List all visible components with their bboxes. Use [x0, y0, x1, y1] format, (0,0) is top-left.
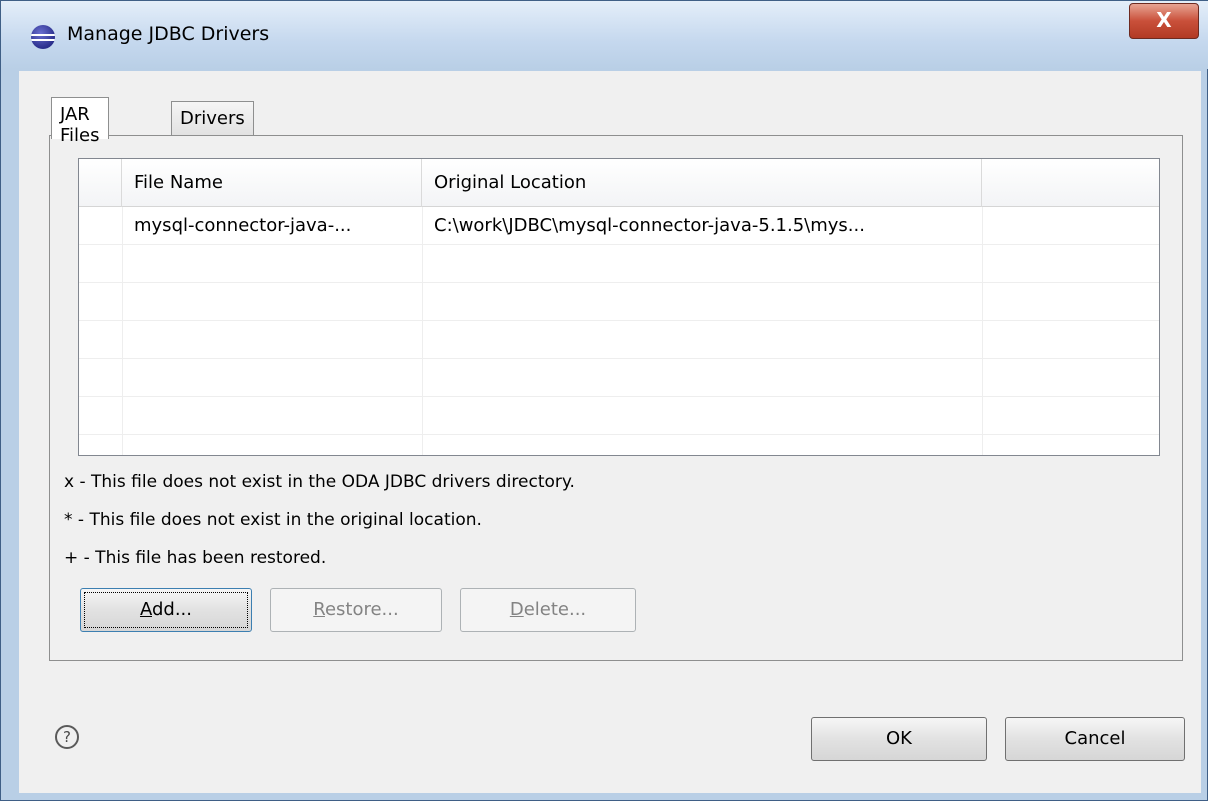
column-header-blank	[982, 159, 1159, 207]
empty-table-row	[79, 359, 1159, 397]
restore-label: estore...	[324, 599, 399, 620]
column-header-file-name[interactable]: File Name	[122, 159, 422, 207]
close-button[interactable]: X	[1129, 3, 1199, 39]
tab-drivers-label: Drivers	[180, 108, 245, 129]
eclipse-icon	[31, 25, 55, 49]
add-button[interactable]: Add...	[80, 588, 252, 632]
dialog-client-area: JAR Files Drivers File Name Original Loc…	[19, 71, 1201, 793]
delete-mnemonic: D	[509, 599, 524, 620]
legend-missing-in-drivers-dir: x - This file does not exist in the ODA …	[64, 472, 575, 492]
tab-jar-files-label: JAR Files	[60, 104, 100, 146]
delete-button[interactable]: Delete...	[460, 588, 636, 632]
title-bar: Manage JDBC Drivers X	[1, 1, 1208, 69]
original-location-cell: C:\work\JDBC\mysql-connector-java-5.1.5\…	[434, 215, 865, 236]
help-icon[interactable]: ?	[55, 725, 79, 749]
cancel-button[interactable]: Cancel	[1005, 717, 1185, 761]
tab-jar-files[interactable]: JAR Files	[51, 97, 109, 146]
dialog-title: Manage JDBC Drivers	[67, 23, 270, 45]
empty-table-row	[79, 245, 1159, 283]
tab-drivers[interactable]: Drivers	[171, 101, 254, 135]
column-header-original-location[interactable]: Original Location	[422, 159, 982, 207]
legend-restored: + - This file has been restored.	[64, 548, 327, 568]
add-label: dd...	[151, 599, 193, 620]
file-name-cell: mysql-connector-java-...	[134, 215, 352, 236]
empty-table-row	[79, 283, 1159, 321]
table-row[interactable]: mysql-connector-java-... C:\work\JDBC\my…	[79, 207, 1159, 245]
jar-files-table[interactable]: File Name Original Location mysql-connec…	[78, 158, 1160, 456]
empty-table-row	[79, 321, 1159, 359]
row-marker-column-header	[79, 159, 122, 207]
extra-cell	[982, 207, 1159, 245]
dialog-window: Manage JDBC Drivers X JAR Files Drivers …	[0, 0, 1208, 801]
table-header: File Name Original Location	[79, 159, 1159, 207]
add-mnemonic: A	[139, 599, 152, 620]
restore-mnemonic: R	[313, 599, 325, 620]
legend-missing-in-original: * - This file does not exist in the orig…	[64, 510, 482, 530]
delete-label: elete...	[523, 599, 587, 620]
jar-files-panel: File Name Original Location mysql-connec…	[49, 135, 1183, 661]
ok-button[interactable]: OK	[811, 717, 987, 761]
empty-table-row	[79, 397, 1159, 435]
restore-button[interactable]: Restore...	[270, 588, 442, 632]
